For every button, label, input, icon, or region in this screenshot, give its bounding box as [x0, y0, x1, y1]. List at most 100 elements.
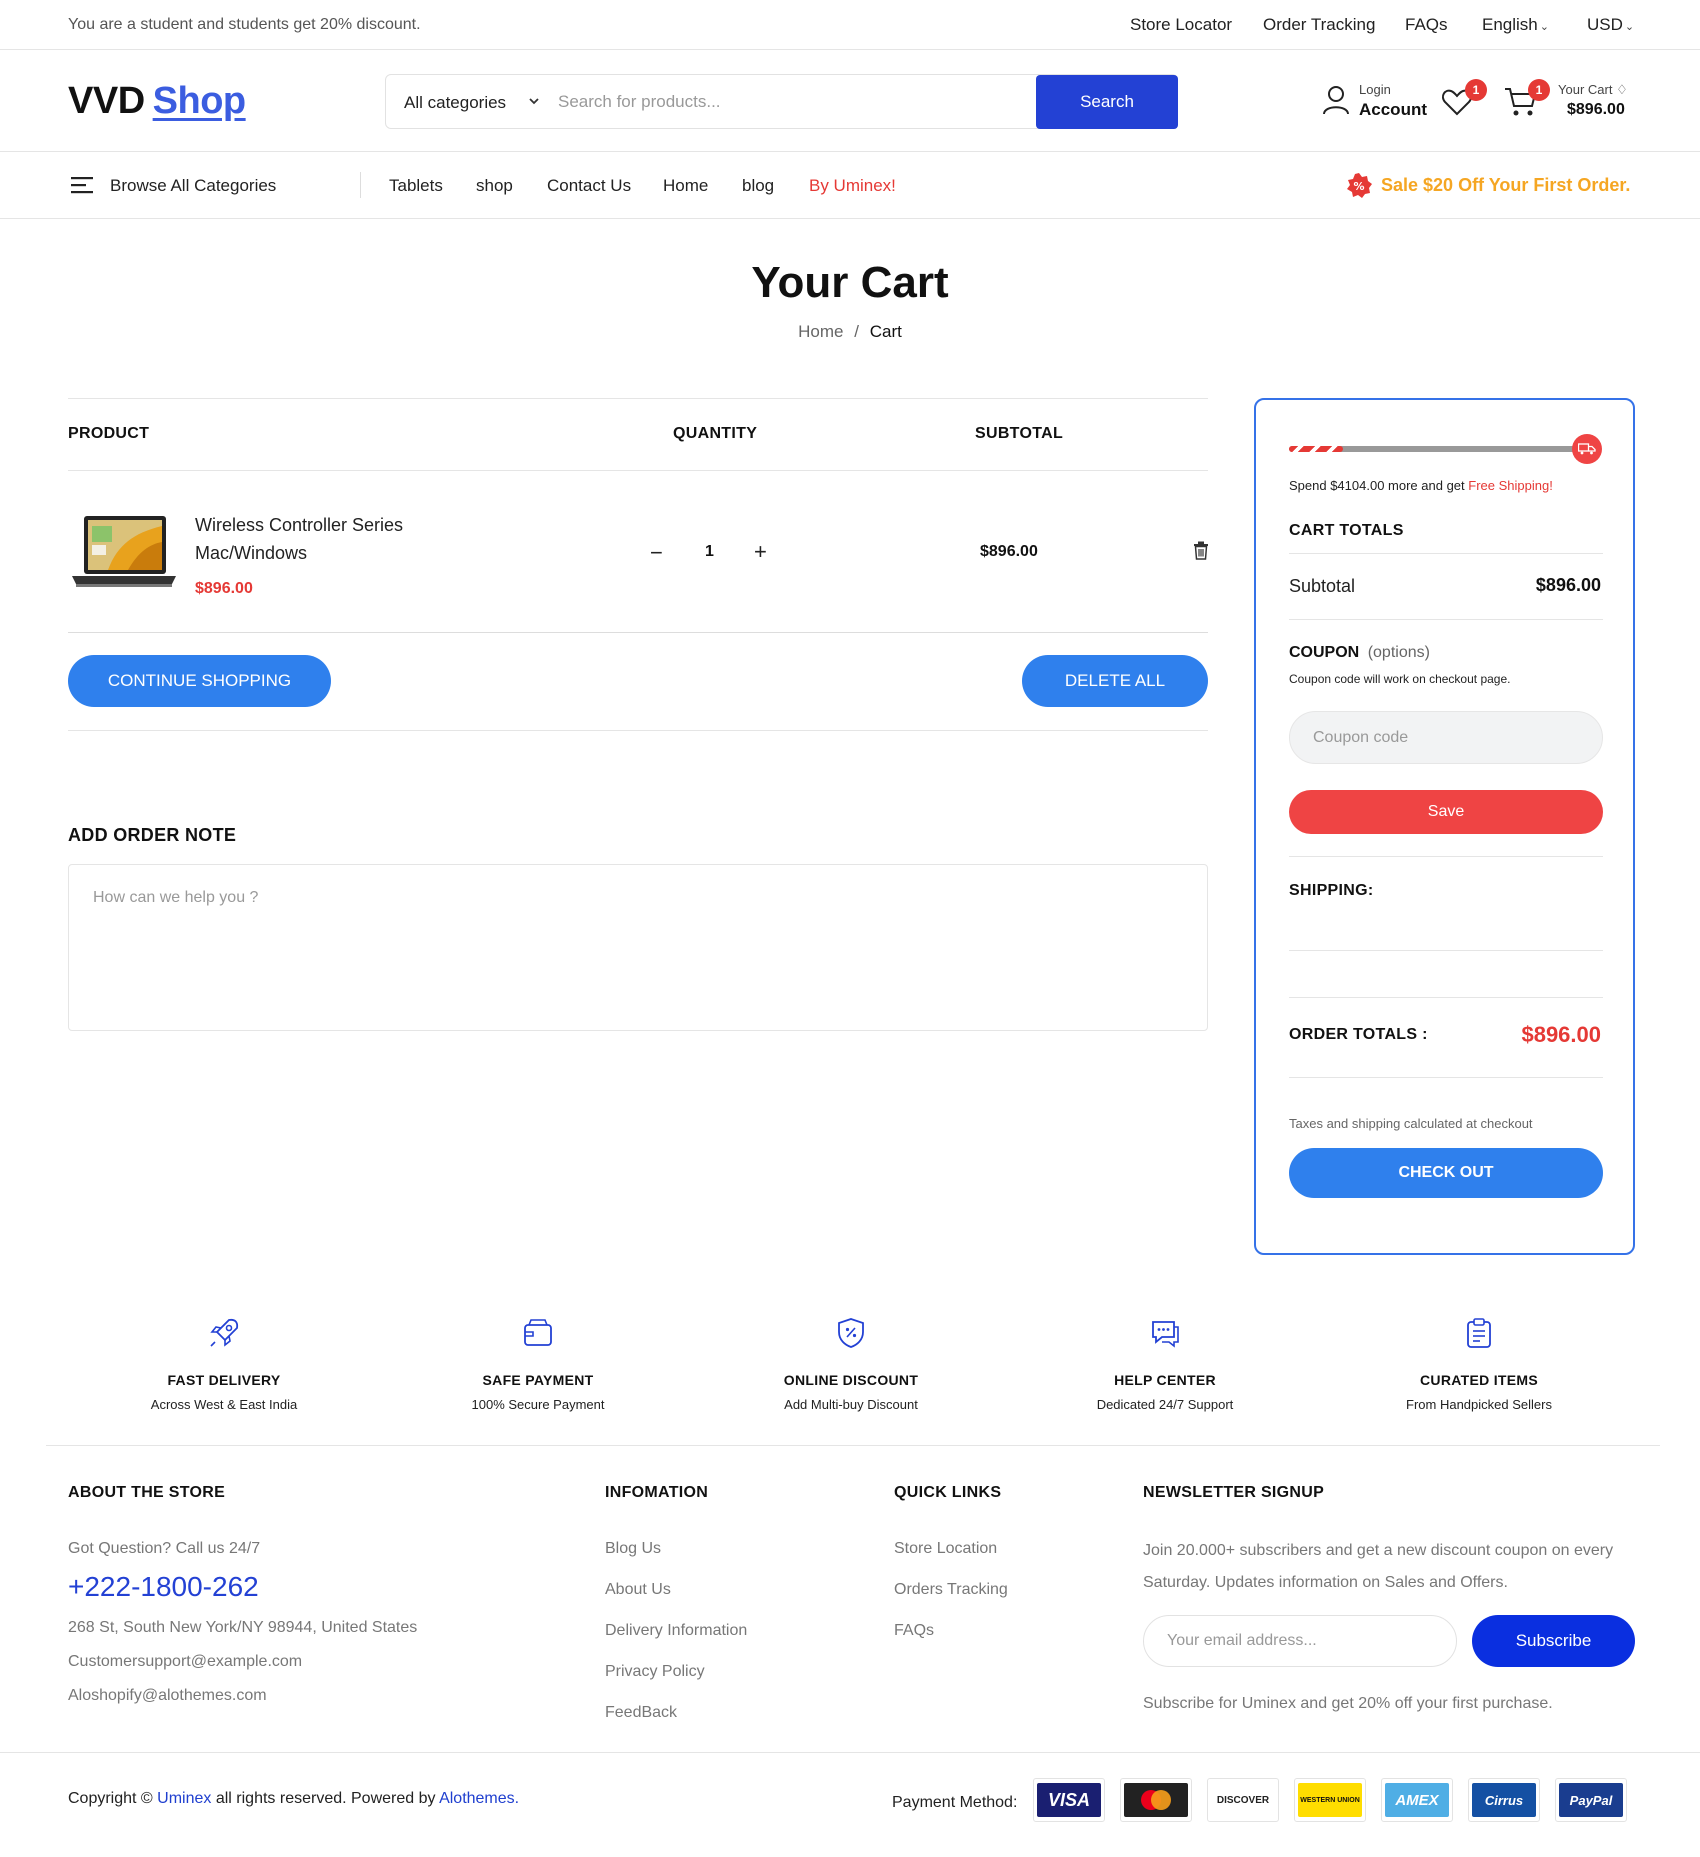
continue-shopping-button[interactable]: CONTINUE SHOPPING	[68, 655, 331, 707]
feature-title: CURATED ITEMS	[1420, 1372, 1538, 1388]
paypal-card-icon: PayPal	[1555, 1778, 1627, 1822]
copyright-brand-link[interactable]: Uminex	[157, 1790, 211, 1807]
product-name-line1: Wireless Controller Series	[195, 515, 404, 535]
logo-accent: Shop	[152, 80, 246, 122]
order-totals-value: $896.00	[1521, 1022, 1601, 1047]
logo[interactable]: VVD Shop	[68, 80, 246, 123]
chevron-down-icon[interactable]	[528, 91, 540, 114]
sale-promo[interactable]: Sale $20 Off Your First Order.	[1381, 175, 1630, 196]
account-link[interactable]: Account	[1359, 100, 1427, 120]
menu-icon[interactable]	[71, 176, 93, 199]
category-select[interactable]: All categories	[404, 93, 506, 113]
divider	[68, 398, 1208, 399]
shipping-label: SHIPPING:	[1289, 882, 1374, 899]
store-locator-link[interactable]: Store Locator	[1130, 15, 1232, 35]
free-shipping-message: Spend $4104.00 more and get Free Shippin…	[1289, 478, 1553, 493]
product-name[interactable]: Wireless Controller Series Mac/Windows	[195, 511, 403, 567]
quantity-decrease-button[interactable]: −	[650, 540, 663, 566]
wallet-icon	[524, 1319, 552, 1346]
user-icon[interactable]	[1322, 85, 1350, 120]
delete-all-button[interactable]: DELETE ALL	[1022, 655, 1208, 707]
product-thumbnail[interactable]	[68, 512, 180, 599]
nav-item-uminex[interactable]: By Uminex!	[809, 176, 896, 196]
main-nav: Browse All Categories Tablets shop Conta…	[0, 152, 1700, 219]
footer-link-delivery[interactable]: Delivery Information	[605, 1622, 747, 1640]
footer-link-about[interactable]: About Us	[605, 1581, 671, 1599]
cirrus-card-icon: Cirrus	[1468, 1778, 1540, 1822]
tax-note: Taxes and shipping calculated at checkou…	[1289, 1116, 1533, 1131]
alothemes-link[interactable]: Alothemes.	[439, 1790, 519, 1807]
footer-link-orders-tracking[interactable]: Orders Tracking	[894, 1581, 1008, 1599]
coupon-input[interactable]	[1289, 711, 1603, 764]
footer-call-text: Got Question? Call us 24/7	[68, 1540, 261, 1557]
footer-email-shop[interactable]: Aloshopify@alothemes.com	[68, 1687, 267, 1705]
wishlist-count-badge: 1	[1465, 79, 1487, 101]
subtotal-label: Subtotal	[1289, 576, 1356, 596]
search-input[interactable]	[558, 75, 1038, 128]
divider	[68, 730, 1208, 731]
breadcrumb-home[interactable]: Home	[798, 322, 843, 341]
svg-text:%: %	[1353, 180, 1364, 193]
footer-phone[interactable]: +222-1800-262	[68, 1571, 259, 1603]
checkout-button[interactable]: CHECK OUT	[1289, 1148, 1603, 1198]
spend-text: Spend $4104.00 more and get	[1289, 478, 1469, 493]
footer-link-blog[interactable]: Blog Us	[605, 1540, 661, 1558]
breadcrumb-separator: /	[854, 322, 859, 341]
footer-link-feedback[interactable]: FeedBack	[605, 1704, 677, 1722]
feature-title: SAFE PAYMENT	[482, 1372, 594, 1388]
feature-subtitle: Add Multi-buy Discount	[784, 1397, 918, 1412]
trash-icon[interactable]	[1193, 541, 1209, 565]
feature-title: HELP CENTER	[1114, 1372, 1216, 1388]
order-note-title: ADD ORDER NOTE	[68, 825, 237, 845]
nav-item-contact[interactable]: Contact Us	[547, 176, 631, 196]
visa-card-icon: VISA	[1033, 1778, 1105, 1822]
divider	[68, 470, 1208, 471]
payment-method-label: Payment Method:	[892, 1794, 1018, 1811]
free-shipping-link[interactable]: Free Shipping!	[1468, 478, 1553, 493]
search-button[interactable]: Search	[1036, 75, 1178, 129]
cart-total[interactable]: $896.00	[1567, 101, 1625, 119]
footer-email-support[interactable]: Customersupport@example.com	[68, 1653, 302, 1671]
cart-count-badge: 1	[1528, 79, 1550, 101]
amex-card-icon: AMEX	[1381, 1778, 1453, 1822]
chat-icon	[1152, 1321, 1179, 1348]
coupon-heading: COUPON (options)	[1289, 644, 1430, 662]
order-tracking-link[interactable]: Order Tracking	[1263, 15, 1375, 35]
cirrus-logo-text: Cirrus	[1472, 1783, 1536, 1817]
feature-curated-items: CURATED ITEMS From Handpicked Sellers	[1364, 1316, 1594, 1412]
footer-link-privacy[interactable]: Privacy Policy	[605, 1663, 705, 1681]
rocket-icon	[210, 1318, 239, 1347]
divider	[68, 632, 1208, 633]
browse-categories[interactable]: Browse All Categories	[110, 176, 276, 196]
cart-label-text: Your Cart	[1558, 82, 1613, 97]
quantity-value[interactable]: 1	[705, 543, 714, 561]
currency-select[interactable]: USD ⌄	[1587, 15, 1634, 35]
quantity-increase-button[interactable]: +	[754, 539, 767, 565]
coupon-options: (options)	[1367, 644, 1430, 661]
order-note-textarea[interactable]	[68, 864, 1208, 1031]
nav-item-tablets[interactable]: Tablets	[389, 176, 443, 196]
subscribe-button[interactable]: Subscribe	[1472, 1615, 1635, 1667]
clipboard-icon	[1467, 1318, 1491, 1348]
coupon-save-button[interactable]: Save	[1289, 790, 1603, 834]
divider	[1289, 619, 1603, 620]
footer-link-store-location[interactable]: Store Location	[894, 1540, 997, 1558]
nav-item-shop[interactable]: shop	[476, 176, 513, 196]
logo-main: VVD	[68, 80, 145, 122]
discover-card-icon: DISCOVER	[1207, 1778, 1279, 1822]
footer-newsletter-title: NEWSLETTER SIGNUP	[1143, 1484, 1325, 1501]
western-union-icon: WESTERN UNION	[1294, 1778, 1366, 1822]
visa-logo-text: VISA	[1037, 1783, 1101, 1817]
footer-link-faqs[interactable]: FAQs	[894, 1622, 934, 1640]
newsletter-email-input[interactable]	[1143, 1615, 1457, 1667]
faqs-link[interactable]: FAQs	[1405, 15, 1448, 35]
account-login-label: Login	[1359, 82, 1391, 97]
nav-item-blog[interactable]: blog	[742, 176, 774, 196]
copyright-prefix: Copyright ©	[68, 1790, 158, 1807]
footer-quick-title: QUICK LINKS	[894, 1484, 1002, 1501]
copyright: Copyright © Uminex all rights reserved. …	[68, 1790, 519, 1808]
column-header-product: PRODUCT	[68, 425, 150, 442]
language-select[interactable]: English ⌄	[1482, 15, 1549, 35]
nav-item-home[interactable]: Home	[663, 176, 708, 196]
feature-fast-delivery: FAST DELIVERY Across West & East India	[109, 1316, 339, 1412]
